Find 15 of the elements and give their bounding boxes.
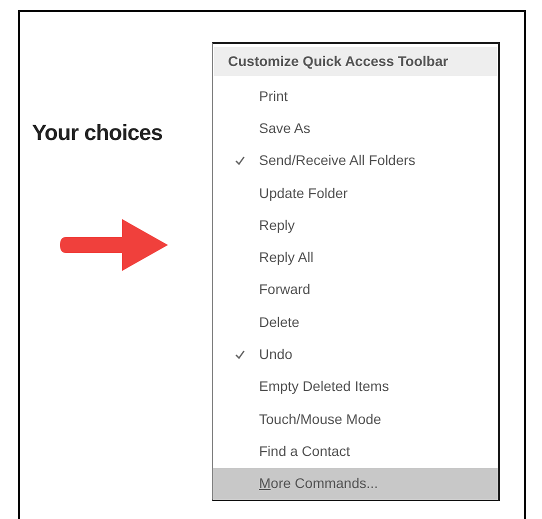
menu-item[interactable]: Delete	[213, 306, 498, 338]
menu-item[interactable]: Print	[213, 80, 498, 112]
menu-item[interactable]: Find a Contact	[213, 435, 498, 468]
menu-item[interactable]: More Commands...	[213, 468, 498, 500]
menu-item[interactable]: Forward	[213, 274, 498, 306]
menu-item[interactable]: Save As	[213, 112, 498, 145]
menu-item[interactable]: Empty Deleted Items	[213, 370, 498, 403]
menu-item[interactable]: Undo	[213, 338, 498, 371]
menu-item[interactable]: Touch/Mouse Mode	[213, 402, 498, 436]
menu-item[interactable]: Reply	[213, 209, 498, 242]
menu-item[interactable]: Reply All	[213, 241, 498, 274]
caption-heading: Your choices	[32, 119, 164, 147]
menu-header: Customize Quick Access Toolbar	[214, 47, 497, 76]
menu-item[interactable]: Update Folder	[213, 176, 498, 210]
menu-item[interactable]: Send/Receive All Folders	[213, 144, 498, 177]
